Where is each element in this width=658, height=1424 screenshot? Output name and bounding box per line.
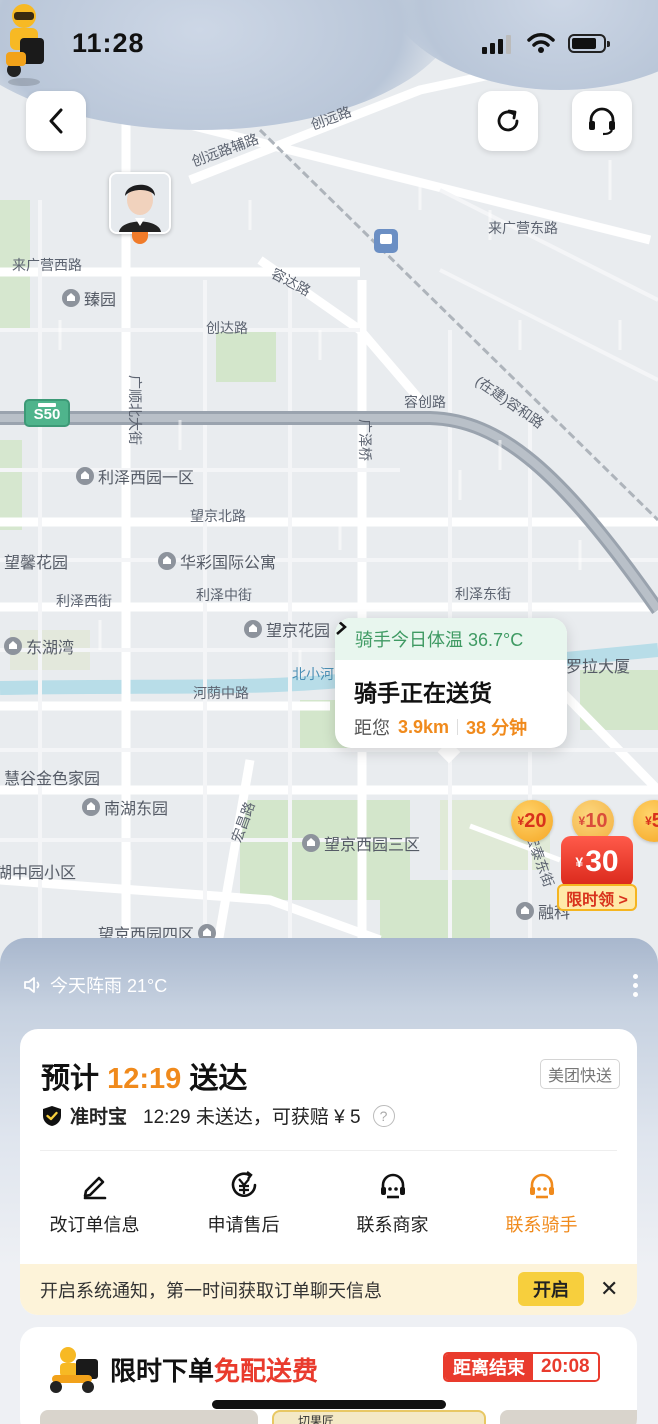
- poi[interactable]: 慧谷金色家园: [4, 765, 100, 789]
- limited-coupon[interactable]: ¥30 限时领 >: [557, 828, 639, 912]
- poi[interactable]: 罗拉大厦: [566, 653, 630, 677]
- poi[interactable]: 东湖湾: [4, 634, 74, 658]
- order-bottom-sheet: 今天阵雨 21°C 预计 12:19 送达 美团快送 准时宝 12:29 未送达…: [0, 938, 658, 1424]
- back-button[interactable]: [26, 91, 86, 151]
- promo-thumbnail[interactable]: 切果匠: [272, 1410, 486, 1424]
- free-delivery-promo[interactable]: 限时下单免配送费 距离结束 20:08 切果匠: [20, 1327, 637, 1424]
- wifi-icon: [527, 33, 555, 53]
- house-icon: [158, 552, 176, 570]
- poi[interactable]: 利泽西园一区: [76, 464, 194, 488]
- edit-order-button[interactable]: 改订单信息: [20, 1169, 169, 1237]
- rider-distance: 3.9km: [398, 716, 450, 737]
- order-status-card: 预计 12:19 送达 美团快送 准时宝 12:29 未送达，可获赔 ¥ 5 ?…: [20, 1029, 637, 1315]
- refresh-icon: [497, 109, 519, 132]
- road-label: 来广营西路: [12, 257, 82, 273]
- home-indicator: [212, 1400, 446, 1409]
- red-packet-coin[interactable]: ¥20: [511, 800, 553, 842]
- carrier-badge: 美团快送: [539, 1059, 620, 1089]
- battery-icon: [568, 34, 610, 53]
- close-icon[interactable]: ✕: [600, 1276, 618, 1302]
- road-label: 容创路: [404, 394, 446, 410]
- headset-icon: [589, 107, 615, 136]
- highway-badge: S50: [24, 399, 70, 427]
- road-label: 来广营东路: [488, 220, 558, 236]
- poi[interactable]: 湖中园小区: [0, 859, 76, 883]
- road-label: 利泽西街: [56, 593, 112, 609]
- promo-thumbnail[interactable]: [40, 1410, 258, 1424]
- poi[interactable]: 望馨花园: [4, 549, 68, 573]
- rider-eta: 38 分钟: [466, 718, 528, 738]
- enable-notification-button[interactable]: 开启: [518, 1272, 584, 1306]
- house-icon: [4, 637, 22, 655]
- poi[interactable]: 南湖东园: [82, 795, 168, 819]
- chevron-left-icon: [49, 108, 63, 134]
- status-bar: 11:28: [0, 0, 658, 88]
- shield-check-icon: [43, 1105, 61, 1126]
- refresh-button[interactable]: [478, 91, 538, 151]
- notification-text: 开启系统通知，第一时间获取订单聊天信息: [40, 1280, 382, 1301]
- poi[interactable]: 望京花园: [244, 617, 330, 641]
- road-label: 广泽桥: [357, 419, 373, 461]
- house-icon: [62, 289, 80, 307]
- order-actions: 改订单信息 申请售后 联系商家 联系骑手: [20, 1169, 637, 1237]
- pencil-icon: [83, 1176, 106, 1200]
- house-icon: [302, 834, 320, 852]
- house-icon: [244, 620, 262, 638]
- status-time: 11:28: [72, 28, 145, 58]
- road-label: 广顺北大街: [127, 375, 143, 445]
- merchant-headset-icon: [380, 1173, 405, 1199]
- ontime-guarantee[interactable]: 准时宝 12:29 未送达，可获赔 ¥ 5 ?: [42, 1102, 395, 1129]
- countdown-value: 20:08: [533, 1354, 598, 1380]
- delivery-eta: 预计 12:19 送达: [41, 1063, 248, 1095]
- refund-yen-icon: [231, 1171, 256, 1198]
- chevron-right-icon: [336, 619, 347, 635]
- delivery-scooter-icon: [50, 1347, 98, 1393]
- rider-headset-icon: [529, 1173, 554, 1199]
- rider-distance-row: 距您 3.9km 38 分钟: [335, 708, 567, 740]
- after-sales-button[interactable]: 申请售后: [169, 1169, 318, 1237]
- rider-status-bubble[interactable]: 骑手今日体温 36.7°C 骑手正在送货 距您 3.9km 38 分钟: [335, 618, 567, 748]
- delivery-map[interactable]: 创远路 创远路辅路 来广营东路 来广营西路 容达路 创达路 容创路 (在建)容和…: [0, 0, 658, 960]
- poi[interactable]: 华彩国际公寓: [158, 549, 276, 573]
- contact-merchant-button[interactable]: 联系商家: [318, 1169, 467, 1237]
- help-icon[interactable]: ?: [372, 1104, 395, 1127]
- road-label: 望京北路: [190, 508, 246, 524]
- more-options-icon[interactable]: [633, 974, 638, 997]
- promo-thumbnail[interactable]: [500, 1410, 637, 1424]
- promo-countdown: 距离结束 20:08: [443, 1352, 600, 1382]
- customer-avatar[interactable]: [109, 172, 171, 234]
- customer-service-button[interactable]: [572, 91, 632, 151]
- poi[interactable]: 望京西园三区: [302, 831, 420, 855]
- promo-title: 限时下单免配送费: [110, 1356, 319, 1386]
- river-label: 北小河: [292, 666, 334, 682]
- house-icon: [516, 902, 534, 920]
- cellular-signal-icon: [482, 35, 511, 54]
- road-label: 河荫中路: [193, 685, 249, 701]
- rider-status-title: 骑手正在送货: [335, 619, 567, 708]
- coupon-claim-label: 限时领 >: [557, 884, 637, 911]
- road-label: 利泽中街: [196, 587, 252, 603]
- notification-banner: 开启系统通知，第一时间获取订单聊天信息 开启 ✕: [20, 1264, 637, 1315]
- house-icon: [76, 467, 94, 485]
- road-label: 利泽东街: [455, 586, 511, 602]
- rider-temperature: 骑手今日体温 36.7°C: [335, 618, 567, 660]
- promo-thumbnails: 切果匠: [40, 1410, 637, 1424]
- coupon-amount: ¥30: [561, 836, 633, 888]
- poi[interactable]: 臻园: [62, 286, 116, 310]
- speaker-icon: [24, 977, 40, 993]
- road-label: 创达路: [206, 320, 248, 336]
- house-icon: [82, 798, 100, 816]
- weather-info: 今天阵雨 21°C: [22, 972, 167, 998]
- contact-rider-button[interactable]: 联系骑手: [467, 1169, 616, 1237]
- divider: [40, 1150, 617, 1151]
